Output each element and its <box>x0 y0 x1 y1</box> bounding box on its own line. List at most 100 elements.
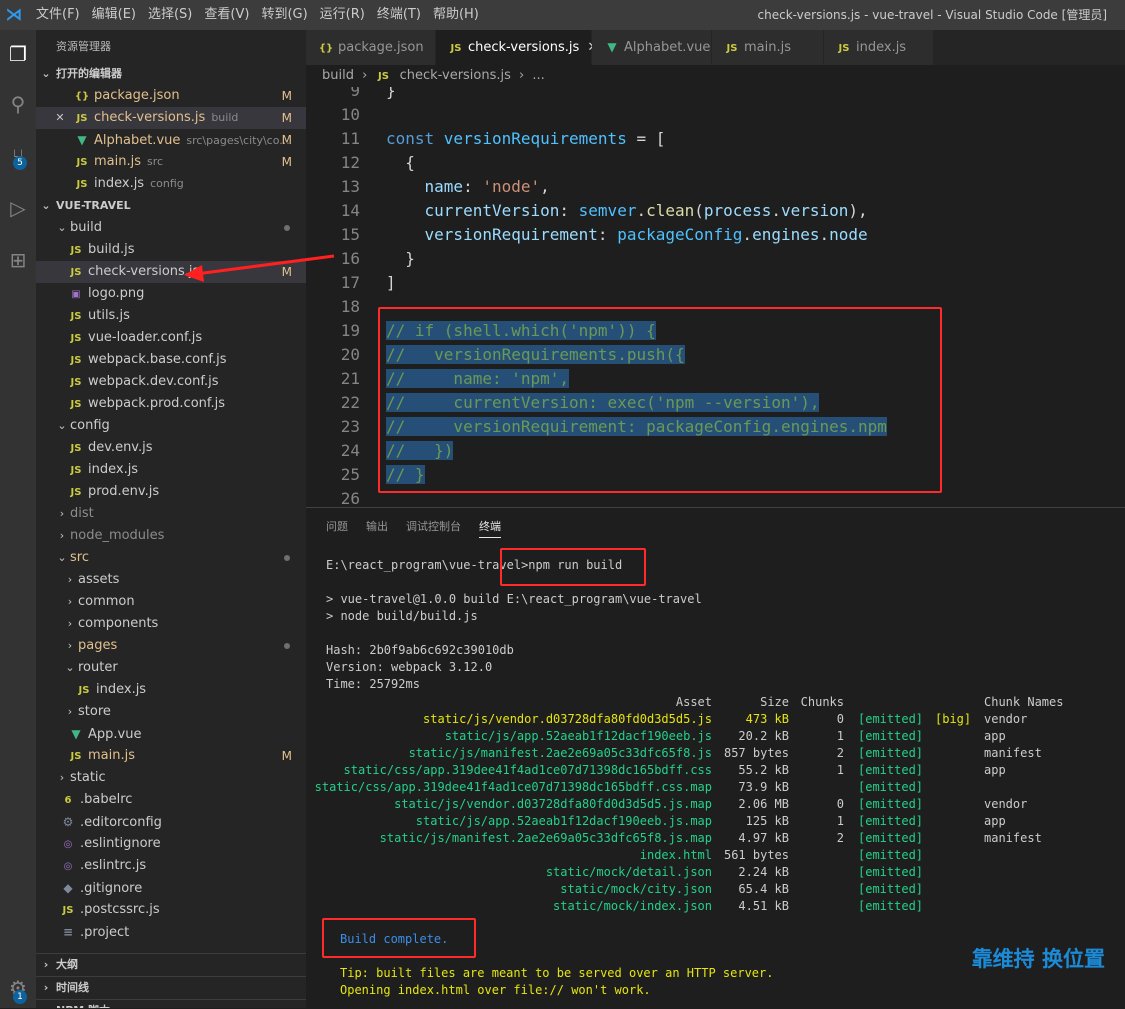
line-number: 13 <box>340 177 360 196</box>
code-text: ] <box>386 271 396 295</box>
tree-item[interactable]: ⌄ src <box>36 547 306 569</box>
code-token: version <box>780 201 849 220</box>
tree-item[interactable]: › pages <box>36 635 306 657</box>
search-icon[interactable]: ⚲ <box>0 86 36 122</box>
breadcrumb-more[interactable]: ... <box>532 68 544 83</box>
tree-item[interactable]: ◎ .eslintrc.js <box>36 855 306 877</box>
chevron-right-icon: › <box>362 68 368 83</box>
code-line: 21 // name: 'npm', <box>306 367 1125 391</box>
tree-item[interactable]: › static <box>36 767 306 789</box>
tree-item[interactable]: JS .postcssrc.js <box>36 899 306 921</box>
tree-item[interactable]: JS main.js M <box>36 745 306 767</box>
file-name: build.js <box>88 242 135 257</box>
tab-check-versions-js[interactable]: JScheck-versions.js✕ <box>436 30 598 65</box>
menu-selection[interactable]: 选择(S) <box>142 0 198 30</box>
extensions-icon[interactable]: ⊞ <box>0 242 36 278</box>
panel-tab[interactable]: 调试控制台 <box>406 518 461 538</box>
open-editor-item[interactable]: ✕ JS check-versions.js build M <box>36 107 306 129</box>
menu-file[interactable]: 文件(F) <box>30 0 86 30</box>
tree-item[interactable]: ≡ .project <box>36 921 306 943</box>
outline-section[interactable]: › 大纲 <box>36 953 306 976</box>
tree-item[interactable]: ▼ App.vue <box>36 723 306 745</box>
open-editors-header[interactable]: ⌄ 打开的编辑器 <box>36 63 306 85</box>
tree-item[interactable]: ⚙ .editorconfig <box>36 811 306 833</box>
code-token: // name: 'npm', <box>386 369 570 388</box>
tree-item[interactable]: › common <box>36 591 306 613</box>
tree-item[interactable]: JS webpack.prod.conf.js <box>36 393 306 415</box>
code-editor[interactable]: 9} 10 11 const versionRequirements = [12 {1… <box>306 87 1125 507</box>
file-name: webpack.dev.conf.js <box>88 374 219 389</box>
menu-help[interactable]: 帮助(H) <box>427 0 485 30</box>
tree-item[interactable]: JS dev.env.js <box>36 437 306 459</box>
tab-package-json[interactable]: {} package.json <box>306 30 436 65</box>
menu-go[interactable]: 转到(G) <box>255 0 313 30</box>
tree-item[interactable]: JS vue-loader.conf.js <box>36 327 306 349</box>
asset-row: index.html 561 bytes [emitted] <box>306 847 1125 864</box>
open-editor-item[interactable]: ▼ Alphabet.vue src\pages\city\co... M <box>36 129 306 151</box>
asset-row: static/css/app.319dee41f4ad1ce07d71398dc… <box>306 779 1125 796</box>
tree-item[interactable]: ⌄ router <box>36 657 306 679</box>
explorer-icon[interactable]: ❐ <box>0 36 36 72</box>
panel-tab[interactable]: 输出 <box>366 518 388 538</box>
project-header[interactable]: ⌄ VUE-TRAVEL <box>36 195 306 217</box>
tree-item[interactable]: 6 .babelrc <box>36 789 306 811</box>
tree-item[interactable]: JS utils.js <box>36 305 306 327</box>
tree-item[interactable]: JS index.js <box>36 459 306 481</box>
code-line: 11 const versionRequirements = [ <box>306 127 1125 151</box>
tree-item[interactable]: ◆ .gitignore <box>36 877 306 899</box>
code-token: packageConfig <box>617 225 743 244</box>
code-text: // versionRequirement: packageConfig.eng… <box>386 415 887 439</box>
open-editor-item[interactable]: JS main.js src M <box>36 151 306 173</box>
tree-item[interactable]: › components <box>36 613 306 635</box>
code-line: 9} <box>306 87 1125 103</box>
chevron-down-icon: ⌄ <box>57 221 67 234</box>
npm-scripts-section[interactable]: › NPM 脚本 <box>36 999 306 1008</box>
file-name: .eslintrc.js <box>80 858 147 873</box>
modified-badge: M <box>281 133 292 147</box>
modified-dot-icon <box>284 555 290 561</box>
tree-item[interactable]: › node_modules <box>36 525 306 547</box>
tab-main-js[interactable]: JS main.js <box>712 30 824 65</box>
run-debug-icon[interactable]: ▷ <box>0 190 36 226</box>
breadcrumb-file[interactable]: check-versions.js <box>400 68 511 83</box>
tree-item[interactable]: › assets <box>36 569 306 591</box>
code-token: // currentVersion: exec('npm --version')… <box>386 393 820 412</box>
outline-label: 大纲 <box>56 958 78 971</box>
panel-tab[interactable]: 终端 <box>479 518 501 538</box>
tree-item[interactable]: JS prod.env.js <box>36 481 306 503</box>
tree-item[interactable]: › dist <box>36 503 306 525</box>
tree-item-label: assets <box>78 569 119 591</box>
header-chunks: Chunks <box>800 695 844 709</box>
asset-name: static/mock/index.json <box>553 899 712 913</box>
menu-edit[interactable]: 编辑(E) <box>86 0 142 30</box>
annotation-arrow <box>184 254 335 282</box>
tree-item[interactable]: JS index.js <box>36 679 306 701</box>
asset-chunk-name: app <box>984 814 1006 828</box>
breadcrumb-folder[interactable]: build <box>322 68 354 83</box>
menu-view[interactable]: 查看(V) <box>198 0 255 30</box>
tree-item[interactable]: ⌄ build <box>36 217 306 239</box>
asset-row: static/js/vendor.d03728dfa80fd0d3d5d5.js… <box>306 796 1125 813</box>
tab-index-js[interactable]: JS index.js <box>824 30 934 65</box>
line-number: 25 <box>340 465 360 484</box>
asset-chunk: 2 <box>836 831 844 845</box>
tree-item[interactable]: JS webpack.base.conf.js <box>36 349 306 371</box>
menu-terminal[interactable]: 终端(T) <box>371 0 427 30</box>
chevron-down-icon: ⌄ <box>57 419 67 432</box>
asset-status: [emitted] <box>858 780 924 794</box>
chevron-right-icon: › <box>43 981 49 994</box>
tree-item[interactable]: › store <box>36 701 306 723</box>
code-token: . <box>636 201 647 220</box>
open-editor-item[interactable]: {} package.json M <box>36 85 306 107</box>
timeline-section[interactable]: › 时间线 <box>36 976 306 999</box>
tab-Alphabet-vue[interactable]: ▼ Alphabet.vue <box>592 30 712 65</box>
tree-item[interactable]: ▣ logo.png <box>36 283 306 305</box>
tree-item[interactable]: ⌄ config <box>36 415 306 437</box>
close-icon[interactable]: ✕ <box>54 107 66 129</box>
panel-tab[interactable]: 问题 <box>326 518 348 538</box>
tree-item[interactable]: ◎ .eslintignore <box>36 833 306 855</box>
open-editor-item[interactable]: JS index.js config <box>36 173 306 195</box>
tree-item-label: ▣ logo.png <box>68 283 144 306</box>
tree-item[interactable]: JS webpack.dev.conf.js <box>36 371 306 393</box>
menu-run[interactable]: 运行(R) <box>314 0 371 30</box>
